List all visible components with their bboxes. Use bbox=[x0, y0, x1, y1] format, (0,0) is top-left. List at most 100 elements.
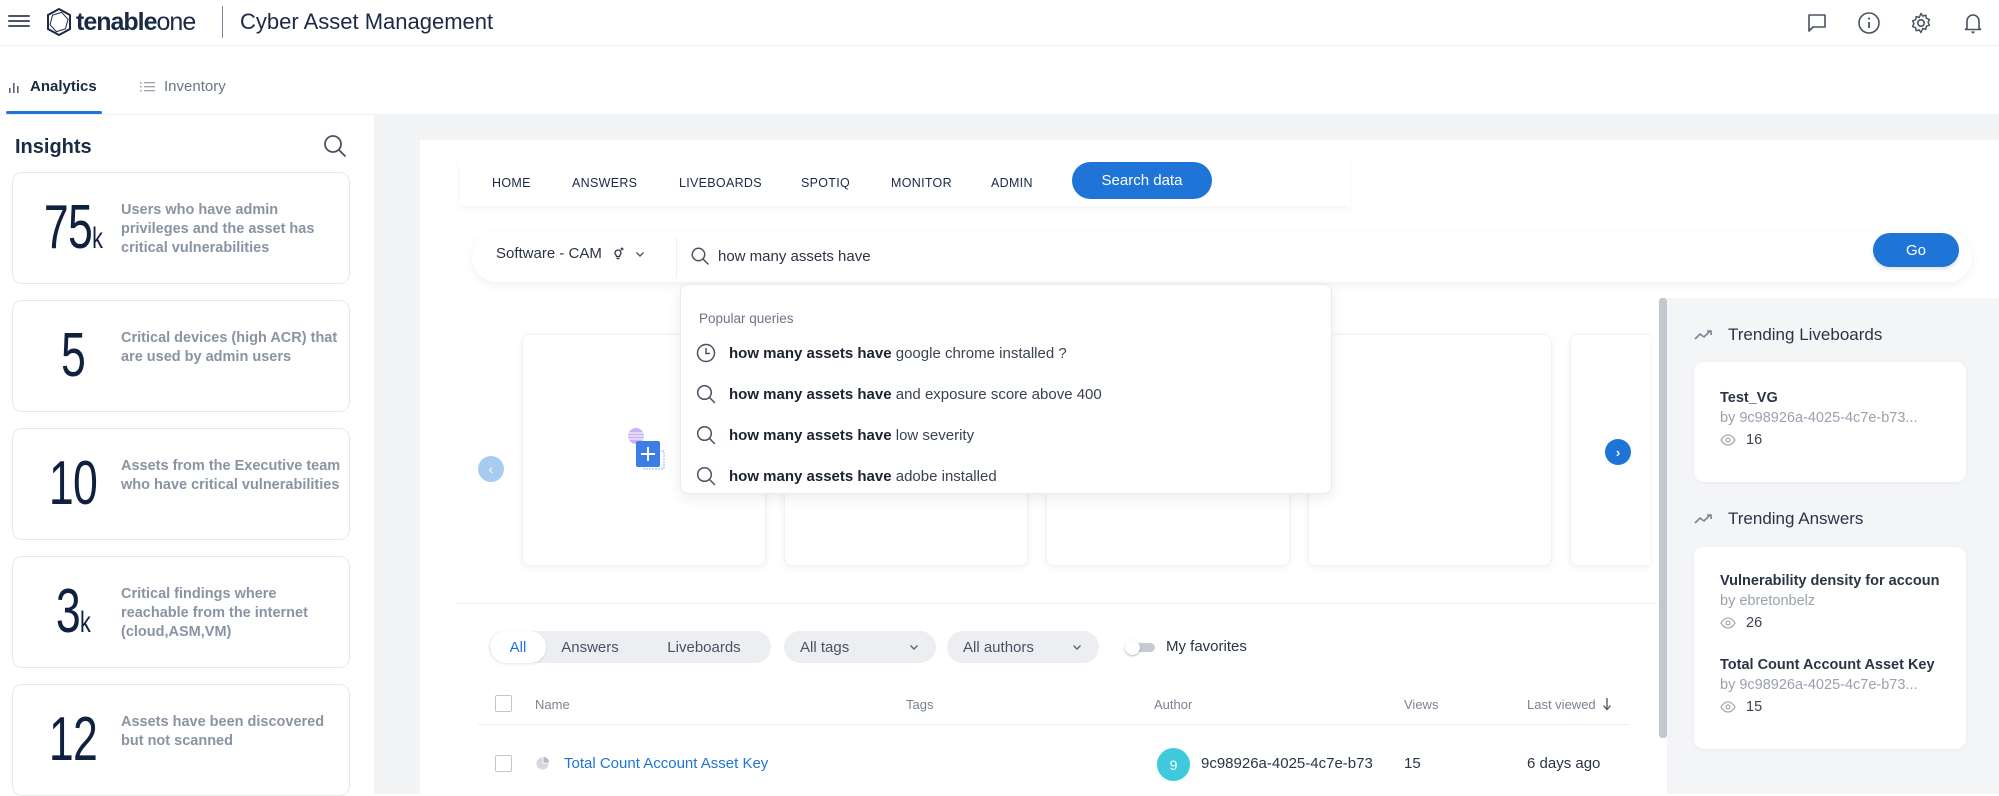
trending-item-title[interactable]: Vulnerability density for accoun bbox=[1720, 573, 1958, 589]
nav-spotiq[interactable]: SPOTIQ bbox=[801, 176, 850, 190]
suggestion-item[interactable]: how many assets have low severity bbox=[695, 419, 1315, 451]
column-header-last-viewed-label: Last viewed bbox=[1527, 697, 1596, 712]
section-divider bbox=[457, 603, 1657, 604]
insight-card[interactable]: 3k Critical findings where reachable fro… bbox=[12, 556, 350, 668]
tab-analytics-label: Analytics bbox=[30, 78, 97, 95]
select-all-checkbox[interactable] bbox=[495, 695, 512, 712]
bar-chart-icon bbox=[9, 82, 19, 93]
sort-down-arrow-icon bbox=[1602, 698, 1611, 711]
carousel-prev-button[interactable]: ‹ bbox=[478, 456, 504, 482]
column-header-author[interactable]: Author bbox=[1154, 697, 1192, 712]
row-checkbox[interactable] bbox=[495, 755, 512, 772]
favorites-toggle[interactable] bbox=[1125, 640, 1155, 655]
tab-inventory-label: Inventory bbox=[164, 78, 226, 95]
bell-icon[interactable] bbox=[1947, 8, 1999, 38]
nav-monitor[interactable]: MONITOR bbox=[891, 176, 952, 190]
nav-home[interactable]: HOME bbox=[492, 176, 531, 190]
nav-liveboards[interactable]: LIVEBOARDS bbox=[679, 176, 762, 190]
app-title: Cyber Asset Management bbox=[240, 9, 494, 34]
tenable-one-logo[interactable]: tenableone bbox=[44, 7, 197, 37]
trending-liveboard-item[interactable]: Test_VG by 9c98926a-4025-4c7e-b73... 16 bbox=[1720, 390, 1958, 448]
nav-answers[interactable]: ANSWERS bbox=[572, 176, 637, 190]
trending-answers-card: Vulnerability density for accoun by ebre… bbox=[1694, 547, 1966, 749]
chevron-down-icon bbox=[635, 251, 644, 257]
author-avatar: 9 bbox=[1157, 748, 1190, 781]
gear-icon[interactable] bbox=[1895, 8, 1947, 38]
tenable-logo-icon bbox=[47, 7, 71, 37]
search-data-button[interactable]: Search data bbox=[1072, 162, 1212, 199]
info-icon[interactable] bbox=[1843, 8, 1895, 38]
trending-icon bbox=[1694, 514, 1712, 524]
search-input[interactable] bbox=[718, 242, 1338, 270]
sub-navigation: Analytics Inventory bbox=[0, 62, 1999, 114]
insight-value: 5 bbox=[60, 321, 86, 390]
nav-admin[interactable]: ADMIN bbox=[991, 176, 1033, 190]
row-views: 15 bbox=[1404, 755, 1421, 772]
row-name-link[interactable]: Total Count Account Asset Key bbox=[564, 755, 768, 772]
column-header-tags[interactable]: Tags bbox=[906, 697, 933, 712]
go-button[interactable]: Go bbox=[1873, 233, 1959, 267]
row-author: 9c98926a-4025-4c7e-b73 bbox=[1201, 755, 1373, 772]
segment-answers[interactable]: Answers bbox=[553, 631, 627, 663]
insights-search-icon[interactable] bbox=[322, 133, 348, 159]
insight-description: Assets from the Executive team who have … bbox=[121, 458, 341, 493]
insight-description: Assets have been discovered but not scan… bbox=[121, 714, 325, 749]
trending-item-title[interactable]: Test_VG bbox=[1720, 390, 1958, 406]
search-icon bbox=[696, 466, 716, 486]
content-scrollbar[interactable] bbox=[1659, 298, 1667, 738]
row-last-viewed: 6 days ago bbox=[1527, 755, 1601, 772]
trending-answers-title: Trending Answers bbox=[1728, 509, 1864, 528]
trending-item-author: by 9c98926a-4025-4c7e-b73... bbox=[1720, 677, 1918, 693]
trending-answers-header: Trending Answers bbox=[1694, 509, 1863, 529]
trending-item-views: 16 bbox=[1746, 432, 1763, 448]
trending-icon bbox=[1694, 330, 1712, 340]
insight-card[interactable]: 10 Assets from the Executive team who ha… bbox=[12, 428, 350, 540]
search-icon bbox=[696, 425, 716, 445]
segment-liveboards[interactable]: Liveboards bbox=[657, 631, 751, 663]
suggestion-item[interactable]: how many assets have adobe installed bbox=[695, 460, 1315, 492]
insight-value: 75k bbox=[43, 193, 103, 262]
trending-item-title[interactable]: Total Count Account Asset Key bbox=[1720, 657, 1958, 673]
tags-filter-select[interactable]: All tags bbox=[784, 631, 936, 663]
column-header-views[interactable]: Views bbox=[1404, 697, 1438, 712]
insight-description: Critical findings where reachable from t… bbox=[121, 586, 308, 640]
carousel-next-button[interactable]: › bbox=[1605, 439, 1631, 465]
top-bar: tenableone Cyber Asset Management bbox=[0, 0, 1999, 46]
suggestions-title: Popular queries bbox=[699, 311, 794, 326]
column-header-last-viewed[interactable]: Last viewed bbox=[1527, 697, 1612, 712]
insight-card[interactable]: 12 Assets have been discovered but not s… bbox=[12, 684, 350, 796]
trending-item-author: by ebretonbelz bbox=[1720, 593, 1816, 609]
search-suggestions-dropdown: Popular queries how many assets have goo… bbox=[680, 284, 1332, 494]
type-segmented-control: All Answers Liveboards bbox=[489, 631, 771, 663]
eye-icon bbox=[1720, 701, 1736, 713]
authors-filter-select[interactable]: All authors bbox=[947, 631, 1099, 663]
trending-answer-item[interactable]: Total Count Account Asset Key by 9c98926… bbox=[1720, 657, 1958, 715]
suggestion-item[interactable]: how many assets have and exposure score … bbox=[695, 378, 1315, 410]
tab-inventory[interactable]: Inventory bbox=[140, 78, 226, 95]
insight-value: 12 bbox=[48, 705, 98, 774]
brand-light: one bbox=[156, 7, 197, 36]
trending-answer-item[interactable]: Vulnerability density for accoun by ebre… bbox=[1720, 573, 1958, 631]
carousel-card[interactable] bbox=[1308, 334, 1552, 566]
trending-liveboards-header: Trending Liveboards bbox=[1694, 325, 1882, 345]
logo-divider bbox=[222, 6, 223, 38]
ai-bulb-icon bbox=[614, 247, 624, 259]
eye-icon bbox=[1720, 434, 1736, 446]
chevron-down-icon bbox=[910, 645, 918, 650]
eye-icon bbox=[1720, 617, 1736, 629]
data-source-select[interactable]: Software - CAM bbox=[496, 245, 646, 262]
insight-card[interactable]: 5 Critical devices (high ACR) that are u… bbox=[12, 300, 350, 412]
suggestion-item[interactable]: how many assets have google chrome insta… bbox=[695, 337, 1315, 369]
segment-all[interactable]: All bbox=[490, 631, 546, 663]
chat-icon[interactable] bbox=[1791, 8, 1843, 38]
trending-item-author: by 9c98926a-4025-4c7e-b73... bbox=[1720, 410, 1918, 426]
insight-card[interactable]: 75k Users who have admin privileges and … bbox=[12, 172, 350, 284]
hamburger-menu-icon[interactable] bbox=[8, 12, 30, 30]
clock-icon bbox=[696, 343, 716, 363]
tab-analytics[interactable]: Analytics bbox=[8, 78, 97, 95]
create-plus-icon bbox=[628, 428, 665, 470]
search-divider bbox=[676, 236, 677, 278]
brand-bold: tenable bbox=[76, 7, 158, 36]
column-header-name[interactable]: Name bbox=[535, 697, 570, 712]
trending-liveboards-card: Test_VG by 9c98926a-4025-4c7e-b73... 16 bbox=[1694, 362, 1966, 482]
